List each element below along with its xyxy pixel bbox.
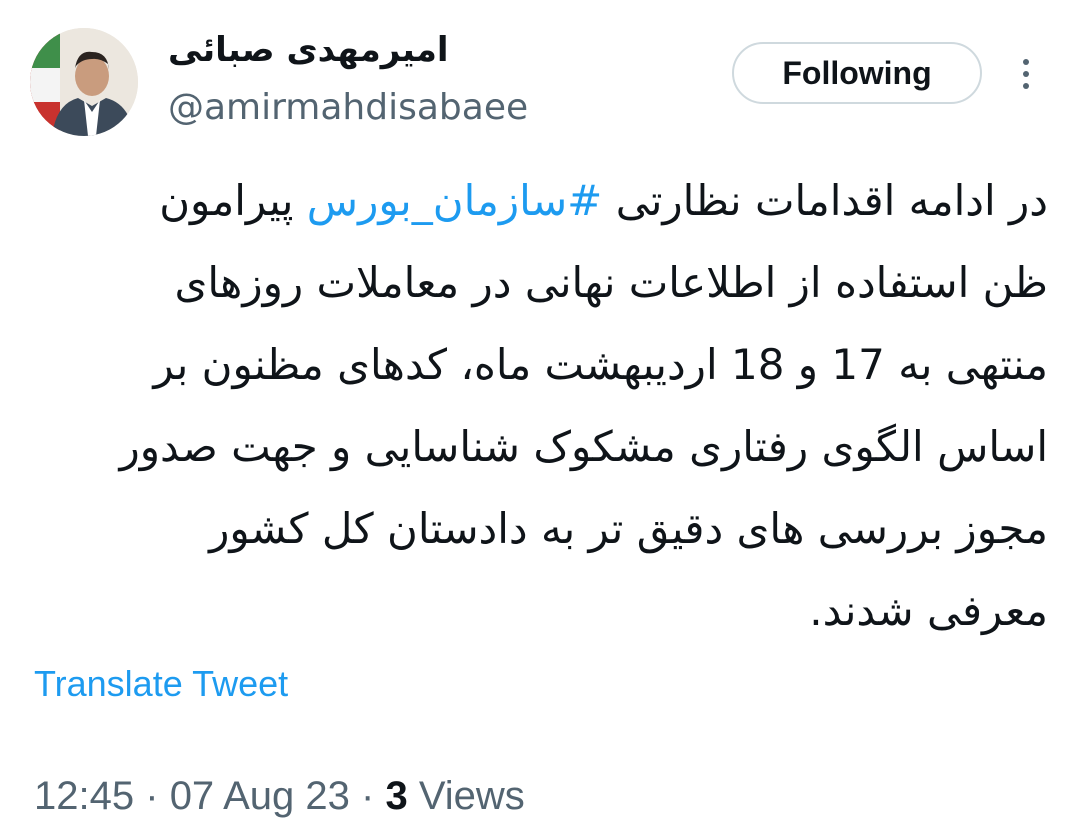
tweet-meta: 12:45 · 07 Aug 23 · 3 Views	[34, 770, 525, 822]
tweet-line: مجوز بررسی های دقیق تر به دادستان کل کشو…	[209, 504, 1048, 553]
tweet-text-segment: در ادامه اقدامات نظارتی	[602, 176, 1048, 225]
tweet-line: ظن استفاده از اطلاعات نهانی در معاملات ر…	[174, 258, 1049, 307]
translate-tweet-link[interactable]: Translate Tweet	[34, 660, 288, 708]
tweet-text: در ادامه اقدامات نظارتی #سازمان_بورس پیر…	[30, 160, 1048, 652]
tweet-line: منتهی به 17 و 18 اردیبهشت ماه، کدهای مظن…	[153, 340, 1048, 389]
tweet-line: در ادامه اقدامات نظارتی #سازمان_بورس پیر…	[30, 160, 1048, 242]
views-label: Views	[418, 774, 525, 818]
tweet-line: اساس الگوی رفتاری مشکوک شناسایی و جهت صد…	[119, 422, 1048, 471]
more-vertical-icon[interactable]	[1012, 54, 1040, 94]
following-button[interactable]: Following	[732, 42, 982, 104]
tweet-date[interactable]: 07 Aug 23	[170, 774, 350, 818]
author-handle[interactable]: @amirmahdisabaee	[168, 84, 528, 132]
views-count: 3	[385, 774, 408, 818]
tweet-detail: امیرمهدی صبائی @amirmahdisabaee Followin…	[0, 0, 1080, 840]
avatar[interactable]	[30, 28, 138, 136]
meta-separator: ·	[145, 774, 159, 818]
tweet-text-segment: پیرامون	[159, 176, 307, 225]
meta-separator: ·	[361, 774, 375, 818]
tweet-time[interactable]: 12:45	[34, 774, 134, 818]
author-name[interactable]: امیرمهدی صبائی	[168, 26, 449, 74]
hashtag-link[interactable]: #سازمان_بورس	[307, 176, 603, 225]
tweet-line: معرفی شدند.	[809, 586, 1048, 635]
